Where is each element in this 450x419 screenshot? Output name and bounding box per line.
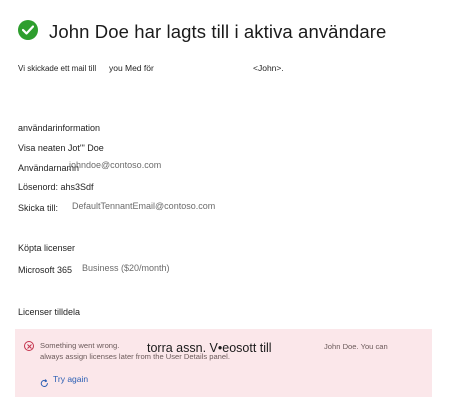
try-again-link[interactable]: Try again: [53, 374, 88, 384]
password-label: Lösenord: ahs3Sdf: [18, 182, 94, 192]
refresh-icon[interactable]: [40, 375, 48, 387]
display-name-label: Visa neaten Jot'" Doe: [18, 143, 104, 153]
user-info-heading: användarinformation: [18, 123, 101, 133]
assigned-licenses-heading: Licenser tilldela: [18, 307, 81, 317]
error-line2: always assign licenses later from the Us…: [40, 352, 230, 361]
mail-notice-you: you: [109, 63, 123, 73]
error-message-box: [15, 329, 432, 397]
page-title: John Doe har lagts till i aktiva använda…: [49, 21, 387, 42]
error-circle-icon: [24, 341, 34, 351]
send-to-label: Skicka till:: [18, 203, 59, 213]
mail-notice-recipient: <John>.: [253, 63, 284, 73]
username-value: johndoe@contoso.com: [69, 160, 162, 170]
product-plan: Business ($20/month): [82, 263, 170, 273]
success-check-icon: [18, 20, 38, 40]
send-to-value: DefaultTennantEmail@contoso.com: [72, 201, 216, 211]
product-name: Microsoft 365: [18, 265, 73, 275]
purchased-licenses-heading: Köpta licenser: [18, 243, 76, 253]
error-line1-prefix: Something went wrong.: [40, 341, 120, 350]
mail-notice-prefix: Vi skickade ett mail till: [18, 64, 97, 73]
mail-notice-med-for: Med för: [125, 63, 154, 73]
error-line1-suffix: John Doe. You can: [324, 342, 388, 351]
